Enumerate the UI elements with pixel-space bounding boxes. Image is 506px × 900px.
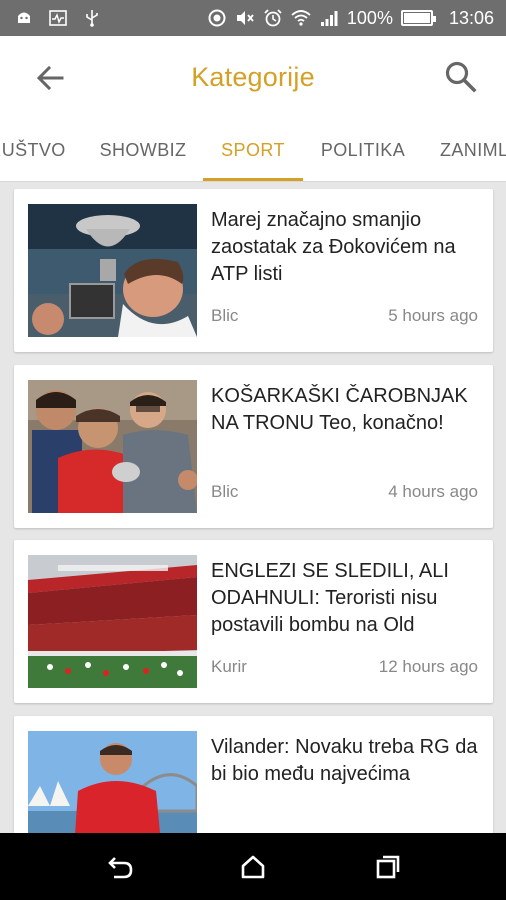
home-icon xyxy=(239,853,267,881)
article-time: 5 hours ago xyxy=(388,306,478,325)
article-time: 4 hours ago xyxy=(388,482,478,501)
data-saver-icon xyxy=(207,8,227,28)
android-notification-icon xyxy=(14,8,34,28)
article-headline: KOŠARKAŠKI ČAROBNJAK NA TRONU Teo, konač… xyxy=(211,385,468,434)
battery-icon xyxy=(400,10,436,26)
article-card[interactable]: KOŠARKAŠKI ČAROBNJAK NA TRONU Teo, konač… xyxy=(14,365,493,528)
clock: 13:06 xyxy=(448,7,494,28)
app-bar: Kategorije xyxy=(0,36,506,118)
battery-percent: 100% xyxy=(346,7,393,28)
arrow-left-icon xyxy=(34,62,66,94)
page-title: Kategorije xyxy=(191,61,315,92)
search-icon xyxy=(443,59,477,93)
tab-showbiz[interactable]: SHOWBIZ xyxy=(92,118,194,181)
wifi-icon xyxy=(291,8,311,28)
mute-icon xyxy=(235,8,255,28)
signal-icon xyxy=(319,8,339,28)
tab-sport[interactable]: SPORT xyxy=(203,118,303,181)
article-source: Blic xyxy=(211,306,239,325)
active-tab-indicator xyxy=(203,178,303,181)
tab-zanimljivosti[interactable]: ZANIML xyxy=(426,118,506,181)
alarm-icon xyxy=(263,8,283,28)
article-headline: Marej značajno smanjio zaostatak za Đoko… xyxy=(211,209,456,285)
article-headline: ENGLEZI SE SLEDILI, ALI ODAHNULI: Terori… xyxy=(211,560,449,636)
article-list[interactable]: Marej značajno smanjio zaostatak za Đoko… xyxy=(0,182,506,833)
battery-fill xyxy=(403,13,430,23)
navigation-bar xyxy=(0,833,506,900)
heart-monitor-icon xyxy=(48,8,68,28)
article-source: Kurir xyxy=(211,657,247,676)
back-nav-icon xyxy=(106,853,134,881)
search-button[interactable] xyxy=(440,56,480,96)
home-nav-button[interactable] xyxy=(237,851,269,883)
tab-drustvo[interactable]: RUŠTVO xyxy=(0,118,72,181)
article-thumbnail xyxy=(28,731,197,833)
article-card[interactable]: Vilander: Novaku treba RG da bi bio među… xyxy=(14,716,493,833)
back-nav-button[interactable] xyxy=(104,851,136,883)
category-tabs: RUŠTVO SHOWBIZ SPORT POLITIKA ZANIML xyxy=(0,118,506,182)
article-source: Blic xyxy=(211,482,239,501)
article-thumbnail xyxy=(28,380,197,513)
recents-nav-button[interactable] xyxy=(372,851,404,883)
back-button[interactable] xyxy=(30,58,70,98)
recents-icon xyxy=(374,853,402,881)
status-bar: 100% 13:06 xyxy=(0,0,506,36)
article-card[interactable]: Marej značajno smanjio zaostatak za Đoko… xyxy=(14,189,493,352)
article-time: 12 hours ago xyxy=(378,657,478,676)
tab-politika[interactable]: POLITIKA xyxy=(312,118,414,181)
usb-icon xyxy=(82,8,102,28)
article-thumbnail xyxy=(28,555,197,688)
article-thumbnail xyxy=(28,204,197,337)
article-card[interactable]: ENGLEZI SE SLEDILI, ALI ODAHNULI: Terori… xyxy=(14,540,493,703)
article-headline: Vilander: Novaku treba RG da bi bio među… xyxy=(211,736,478,785)
